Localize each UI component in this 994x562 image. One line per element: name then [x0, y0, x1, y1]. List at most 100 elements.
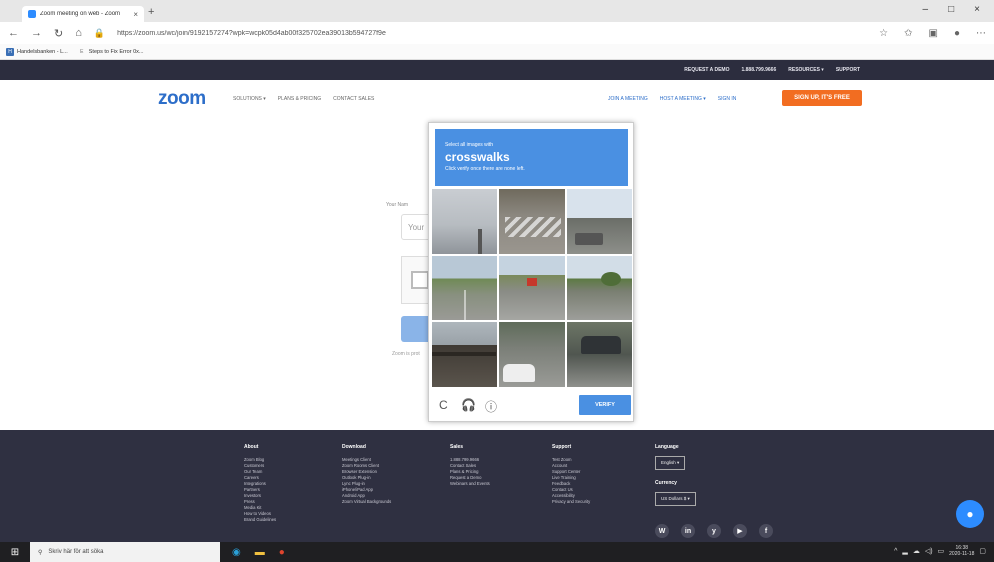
captcha-subinstruction: Click verify once there are none left. — [445, 166, 525, 172]
captcha-header: Select all images with crosswalks Click … — [435, 129, 628, 186]
onedrive-icon[interactable]: ☁ — [913, 547, 920, 555]
sign-in-link[interactable]: SIGN IN — [718, 96, 737, 102]
footer-link[interactable]: Privacy and Security — [552, 499, 590, 505]
notifications-icon[interactable]: ▢ — [979, 547, 986, 555]
edge-icon[interactable]: ◉ — [232, 547, 241, 558]
browser-tab-bar: Zoom meeting on web - Zoom × + – □ × — [0, 0, 994, 22]
tab-close-icon[interactable]: × — [133, 10, 138, 19]
address-bar: ← → ↻ ⌂ 🔒 https://zoom.us/wc/join/919215… — [0, 22, 994, 44]
info-icon[interactable]: ⓘ — [485, 398, 497, 415]
captcha-tile-1[interactable] — [432, 189, 498, 254]
forward-button[interactable]: → — [31, 27, 42, 39]
browser-toolbar-icons: ☆ ✩ ▣ ● ⋯ — [879, 28, 986, 39]
close-window-button[interactable]: × — [974, 4, 980, 15]
zoom-main-nav: zoom SOLUTIONS ▾ PLANS & PRICING CONTACT… — [0, 80, 994, 116]
youtube-icon[interactable]: ▶ — [733, 524, 747, 538]
file-explorer-icon[interactable]: ▬ — [255, 547, 265, 558]
recaptcha-checkbox[interactable] — [411, 271, 429, 289]
headphones-icon[interactable]: 🎧 — [461, 398, 476, 412]
clock-date: 2020-11-18 — [949, 551, 975, 557]
footer-header: Sales — [450, 444, 464, 450]
wordpress-icon[interactable]: W — [655, 524, 669, 538]
contact-sales-link[interactable]: CONTACT SALES — [333, 96, 374, 102]
footer-link[interactable]: Webinars and Events — [450, 481, 490, 487]
footer-link[interactable]: Zoom Virtual Backgrounds — [342, 499, 391, 505]
currency-select[interactable]: US Dollars $ ▾ — [655, 492, 696, 506]
profile-icon[interactable]: ● — [954, 28, 960, 39]
solutions-menu[interactable]: SOLUTIONS ▾ — [233, 96, 266, 102]
bookmark-handelsbanken[interactable]: H Handelsbanken - L... — [6, 47, 68, 56]
volume-icon[interactable]: ◁) — [925, 547, 933, 555]
footer-header: Support — [552, 444, 572, 450]
footer-col-sales: Sales 1.888.799.9666 Contact Sales Plans… — [450, 444, 490, 487]
search-icon: ⚲ — [38, 549, 43, 556]
captcha-footer: C 🎧 ⓘ VERIFY — [429, 391, 635, 423]
nav-left: SOLUTIONS ▾ PLANS & PRICING CONTACT SALE… — [233, 96, 374, 102]
lock-icon: 🔒 — [93, 27, 106, 38]
nav-right: JOIN A MEETING HOST A MEETING ▾ SIGN IN — [608, 96, 736, 102]
taskbar-clock[interactable]: 16:38 2020-11-18 — [949, 545, 974, 557]
chat-bubble-icon[interactable]: ● — [956, 500, 984, 528]
twitter-icon[interactable]: y — [707, 524, 721, 538]
captcha-tile-8[interactable] — [499, 322, 565, 387]
bookmark-label: Handelsbanken - L... — [17, 48, 68, 55]
network-icon[interactable]: ▂ — [902, 547, 907, 555]
home-button[interactable]: ⌂ — [75, 27, 82, 39]
captcha-tile-6[interactable] — [566, 255, 632, 321]
footer-header: About — [244, 444, 259, 450]
handelsbanken-icon: H — [6, 47, 14, 56]
facebook-icon[interactable]: f — [759, 524, 773, 538]
favorite-star-icon[interactable]: ☆ — [879, 28, 888, 39]
name-label: Your Nam — [386, 202, 409, 208]
footer-col-support: Support Test Zoom Account Support Center… — [552, 444, 590, 505]
captcha-challenge: Select all images with crosswalks Click … — [428, 122, 634, 422]
windows-start-icon[interactable]: ⊞ — [0, 547, 30, 558]
bookmark-steps-fix-error[interactable]: E Steps to Fix Error 0x... — [78, 48, 144, 56]
linkedin-icon[interactable]: in — [681, 524, 695, 538]
favorites-icon[interactable]: ✩ — [904, 28, 912, 39]
plans-pricing-link[interactable]: PLANS & PRICING — [278, 96, 321, 102]
request-demo-link[interactable]: REQUEST A DEMO — [684, 67, 729, 73]
url-input[interactable]: https://zoom.us/wc/join/9192157274?wpk=w… — [117, 30, 867, 37]
verify-button[interactable]: VERIFY — [579, 395, 631, 415]
refresh-button[interactable]: ↻ — [54, 27, 63, 40]
captcha-tile-7[interactable] — [432, 322, 498, 387]
maximize-button[interactable]: □ — [948, 4, 954, 15]
bookmark-page-icon: E — [80, 48, 84, 55]
reload-icon[interactable]: C — [439, 398, 448, 412]
captcha-tile-2[interactable] — [499, 189, 565, 254]
more-menu-icon[interactable]: ⋯ — [976, 28, 986, 39]
join-meeting-link[interactable]: JOIN A MEETING — [608, 96, 648, 102]
captcha-tile-9[interactable] — [566, 322, 632, 387]
taskbar-search[interactable]: ⚲ Skriv här för att söka — [30, 542, 220, 562]
phone-number[interactable]: 1.888.799.9666 — [741, 67, 776, 73]
minimize-button[interactable]: – — [923, 4, 929, 15]
system-tray: ^ ▂ ☁ ◁) ▭ 16:38 2020-11-18 ▢ — [894, 545, 986, 557]
footer-col-download: Download Meetings Client Zoom Rooms Clie… — [342, 444, 391, 505]
zoom-footer: About Zoom Blog Customers Our Team Caree… — [0, 430, 994, 542]
tray-chevron-icon[interactable]: ^ — [894, 548, 897, 555]
host-meeting-menu[interactable]: HOST A MEETING ▾ — [660, 96, 706, 102]
signup-button[interactable]: SIGN UP, IT'S FREE — [782, 90, 862, 106]
zoom-favicon-icon — [28, 10, 36, 18]
support-link[interactable]: SUPPORT — [836, 67, 860, 73]
captcha-tile-3[interactable] — [566, 189, 632, 254]
captcha-tile-4[interactable] — [432, 255, 498, 321]
bookmark-label: Steps to Fix Error 0x... — [88, 48, 144, 55]
collections-icon[interactable]: ▣ — [929, 28, 938, 39]
back-button[interactable]: ← — [8, 27, 19, 39]
resources-menu[interactable]: RESOURCES ▾ — [788, 67, 824, 73]
language-select[interactable]: English ▾ — [655, 456, 686, 470]
battery-icon[interactable]: ▭ — [938, 547, 945, 555]
currency-label: Currency — [655, 480, 677, 486]
captcha-tile-5[interactable] — [499, 255, 565, 321]
taskbar-apps: ◉ ▬ ● — [232, 547, 285, 558]
tab-zoom-meeting[interactable]: Zoom meeting on web - Zoom × — [22, 6, 144, 22]
footer-header: Download — [342, 444, 366, 450]
chrome-icon[interactable]: ● — [279, 547, 285, 558]
footer-link[interactable]: Brand Guidelines — [244, 517, 276, 523]
new-tab-button[interactable]: + — [148, 6, 154, 18]
captcha-image-grid — [432, 189, 632, 387]
zoom-logo[interactable]: zoom — [158, 88, 206, 110]
windows-taskbar: ⊞ ⚲ Skriv här för att söka ◉ ▬ ● ^ ▂ ☁ ◁… — [0, 542, 994, 562]
